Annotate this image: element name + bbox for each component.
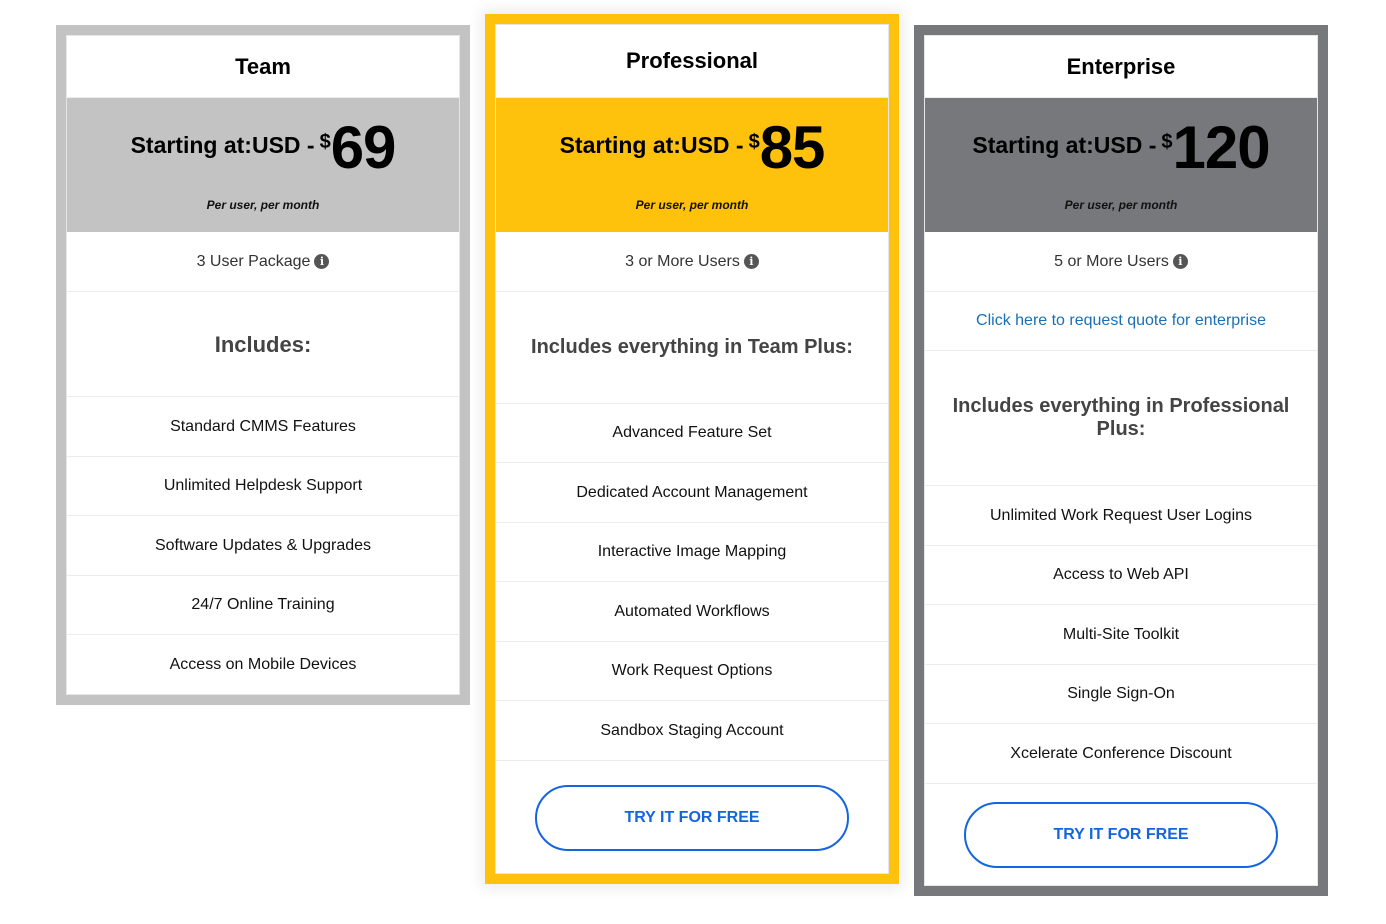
per-user-note: Per user, per month [1064,198,1178,212]
feature-item: Dedicated Account Management [496,463,888,523]
price-band: Starting at:USD - $ 120 Per user, per mo… [925,98,1317,232]
price-amount: 69 [330,114,397,181]
info-icon[interactable]: i [743,254,759,269]
user-count: 3 or More Users i [496,232,888,292]
info-icon[interactable]: i [314,254,330,269]
feature-item: Unlimited Helpdesk Support [67,457,459,516]
price-band: Starting at:USD - $ 85 Per user, per mon… [496,98,888,232]
feature-item: Work Request Options [496,642,888,701]
price-line: Starting at:USD - $ 85 [559,114,826,181]
pricing-card-team: Team Starting at:USD - $ 69 Per user, pe… [56,25,470,705]
plan-title: Professional [496,25,888,98]
card-body: Enterprise Starting at:USD - $ 120 Per u… [924,35,1318,886]
feature-item: Advanced Feature Set [496,404,888,463]
feature-item: Xcelerate Conference Discount [925,724,1317,784]
feature-item: Single Sign-On [925,665,1317,724]
feature-item: 24/7 Online Training [67,576,459,635]
price-amount: 120 [1172,114,1271,181]
user-count: 3 User Package i [67,232,459,292]
feature-item: Software Updates & Upgrades [67,516,459,576]
feature-item: Standard CMMS Features [67,397,459,457]
feature-item: Access to Web API [925,546,1317,605]
currency-symbol: $ [748,131,760,153]
price-line: Starting at:USD - $ 69 [130,114,397,181]
currency-symbol: $ [1161,131,1173,153]
feature-item: Automated Workflows [496,582,888,642]
pricing-card-enterprise: Enterprise Starting at:USD - $ 120 Per u… [914,25,1328,896]
user-count-label: 3 User Package [196,252,311,270]
feature-item: Interactive Image Mapping [496,523,888,582]
price-prefix: Starting at:USD - [559,132,744,158]
includes-heading: Includes everything in Team Plus: [496,292,888,404]
plan-title: Enterprise [925,36,1317,98]
currency-symbol: $ [319,131,331,153]
price-line: Starting at:USD - $ 120 [972,114,1271,181]
price-band: Starting at:USD - $ 69 Per user, per mon… [67,98,459,232]
quote-row: Click here to request quote for enterpri… [925,292,1317,351]
price-prefix: Starting at:USD - [972,132,1157,158]
try-free-button[interactable]: TRY IT FOR FREE [535,784,849,851]
price-prefix: Starting at:USD - [130,132,315,158]
card-body: Team Starting at:USD - $ 69 Per user, pe… [66,35,460,695]
user-count: 5 or More Users i [925,232,1317,292]
feature-item: Sandbox Staging Account [496,701,888,761]
card-body: Professional Starting at:USD - $ 85 Per … [495,24,889,874]
user-count-label: 3 or More Users [625,252,740,270]
feature-item: Multi-Site Toolkit [925,605,1317,665]
try-free-button[interactable]: TRY IT FOR FREE [964,801,1278,868]
includes-heading: Includes everything in Professional Plus… [925,351,1317,486]
includes-heading: Includes: [67,292,459,397]
per-user-note: Per user, per month [635,198,749,212]
per-user-note: Per user, per month [206,198,320,212]
feature-item: Access on Mobile Devices [169,655,357,673]
info-icon[interactable]: i [1172,254,1188,269]
user-count-label: 5 or More Users [1054,252,1169,270]
cta-row: TRY IT FOR FREE [496,761,888,874]
price-amount: 85 [759,114,826,181]
feature-item: Unlimited Work Request User Logins [925,486,1317,546]
pricing-card-professional: Professional Starting at:USD - $ 85 Per … [485,14,899,884]
plan-title: Team [67,36,459,98]
request-quote-link[interactable]: Click here to request quote for enterpri… [976,312,1266,330]
cta-row: TRY IT FOR FREE [925,784,1317,885]
